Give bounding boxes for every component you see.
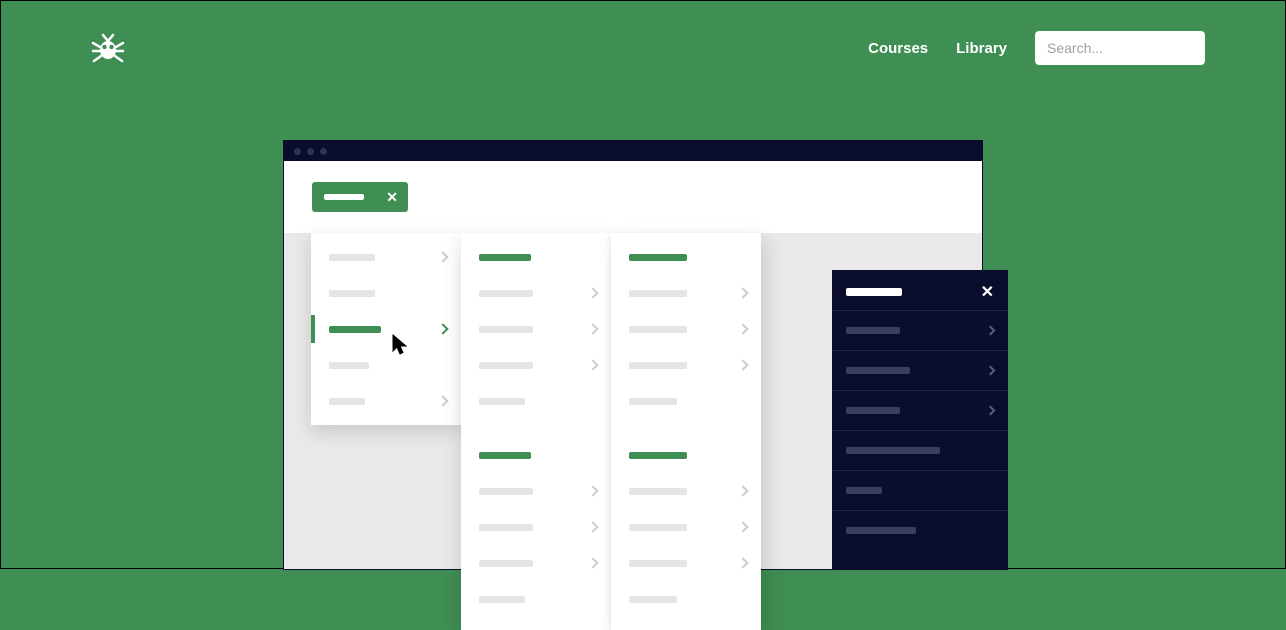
sidebar-row-label-placeholder	[846, 407, 900, 414]
tab-label-placeholder	[324, 194, 364, 200]
menu-item[interactable]	[461, 509, 611, 545]
menu-item-label-placeholder	[629, 560, 687, 567]
menu-item-label-placeholder	[629, 254, 687, 261]
menu-item[interactable]	[461, 437, 611, 473]
menu-item[interactable]	[311, 239, 461, 275]
sidebar-row[interactable]	[832, 470, 1008, 510]
menu-item[interactable]	[611, 383, 761, 419]
sidebar-title-placeholder	[846, 288, 902, 296]
chevron-right-icon	[986, 326, 996, 336]
menu-item[interactable]	[461, 581, 611, 617]
menu-item[interactable]	[311, 311, 461, 347]
menu-item-label-placeholder	[629, 362, 687, 369]
sidebar-row[interactable]	[832, 510, 1008, 550]
sidebar-row-label-placeholder	[846, 367, 910, 374]
menu-column-1	[311, 233, 461, 425]
menu-item[interactable]	[461, 473, 611, 509]
chevron-right-icon	[587, 359, 598, 370]
menu-item-label-placeholder	[629, 488, 687, 495]
menu-item-label-placeholder	[479, 398, 525, 405]
nav-courses[interactable]: Courses	[868, 40, 928, 57]
menu-item[interactable]	[611, 473, 761, 509]
menu-item[interactable]	[461, 383, 611, 419]
menu-item-label-placeholder	[479, 452, 531, 459]
menu-item[interactable]	[611, 275, 761, 311]
menu-item-label-placeholder	[479, 488, 533, 495]
menu-item-label-placeholder	[479, 326, 533, 333]
menu-item[interactable]	[311, 383, 461, 419]
chevron-right-icon	[437, 323, 448, 334]
menu-item-label-placeholder	[479, 254, 531, 261]
menu-item-label-placeholder	[629, 326, 687, 333]
menu-item-label-placeholder	[329, 398, 365, 405]
menu-item[interactable]	[461, 347, 611, 383]
sidebar-row-label-placeholder	[846, 527, 916, 534]
menu-item-label-placeholder	[629, 398, 677, 405]
menu-column-2	[461, 233, 611, 630]
chevron-right-icon	[437, 251, 448, 262]
close-icon[interactable]: ✕	[981, 282, 994, 302]
sidebar-row-label-placeholder	[846, 327, 900, 334]
menu-item[interactable]	[311, 275, 461, 311]
menu-item[interactable]	[611, 545, 761, 581]
menu-item-label-placeholder	[329, 362, 369, 369]
window-dot	[307, 148, 314, 155]
menu-item[interactable]	[311, 347, 461, 383]
menu-item-label-placeholder	[329, 290, 375, 297]
chevron-right-icon	[737, 485, 748, 496]
sidebar-row[interactable]	[832, 430, 1008, 470]
menu-item-label-placeholder	[629, 524, 687, 531]
menu-column-3	[611, 233, 761, 630]
chevron-right-icon	[737, 287, 748, 298]
chevron-right-icon	[587, 287, 598, 298]
menu-item[interactable]	[461, 275, 611, 311]
window-dot	[294, 148, 301, 155]
sidebar-row[interactable]	[832, 350, 1008, 390]
chevron-right-icon	[737, 521, 748, 532]
chevron-right-icon	[986, 366, 996, 376]
menu-item-label-placeholder	[479, 524, 533, 531]
menu-item-label-placeholder	[479, 560, 533, 567]
chevron-right-icon	[437, 395, 448, 406]
menu-item-label-placeholder	[629, 452, 687, 459]
menu-item[interactable]	[611, 581, 761, 617]
menu-item-label-placeholder	[479, 596, 525, 603]
menu-item-label-placeholder	[629, 290, 687, 297]
close-icon[interactable]: ✕	[386, 189, 398, 206]
menu-item[interactable]	[461, 311, 611, 347]
nav-library[interactable]: Library	[956, 40, 1007, 57]
sidebar-row[interactable]	[832, 390, 1008, 430]
menu-item[interactable]	[611, 437, 761, 473]
menu-item[interactable]	[461, 545, 611, 581]
menu-item-label-placeholder	[329, 326, 381, 333]
chevron-right-icon	[737, 323, 748, 334]
chevron-right-icon	[587, 485, 598, 496]
active-tab-chip[interactable]: ✕	[312, 182, 408, 212]
sidebar-dark-panel: ✕	[832, 270, 1008, 570]
menu-item[interactable]	[611, 239, 761, 275]
toolbar: ✕	[284, 161, 982, 233]
bug-logo-icon[interactable]	[91, 33, 125, 63]
chevron-right-icon	[587, 323, 598, 334]
menu-item[interactable]	[611, 311, 761, 347]
chevron-right-icon	[587, 521, 598, 532]
chevron-right-icon	[737, 359, 748, 370]
window-titlebar	[284, 141, 982, 161]
menu-item-label-placeholder	[329, 254, 375, 261]
chevron-right-icon	[737, 557, 748, 568]
sidebar-row-label-placeholder	[846, 447, 940, 454]
search-input[interactable]	[1035, 31, 1205, 65]
menu-item[interactable]	[611, 509, 761, 545]
menu-item-label-placeholder	[629, 596, 677, 603]
menu-item-label-placeholder	[479, 362, 533, 369]
menu-item-label-placeholder	[479, 290, 533, 297]
window-dot	[320, 148, 327, 155]
menu-item[interactable]	[611, 347, 761, 383]
menu-item[interactable]	[461, 239, 611, 275]
sidebar-row-label-placeholder	[846, 487, 882, 494]
sidebar-row[interactable]	[832, 310, 1008, 350]
chevron-right-icon	[587, 557, 598, 568]
chevron-right-icon	[986, 406, 996, 416]
